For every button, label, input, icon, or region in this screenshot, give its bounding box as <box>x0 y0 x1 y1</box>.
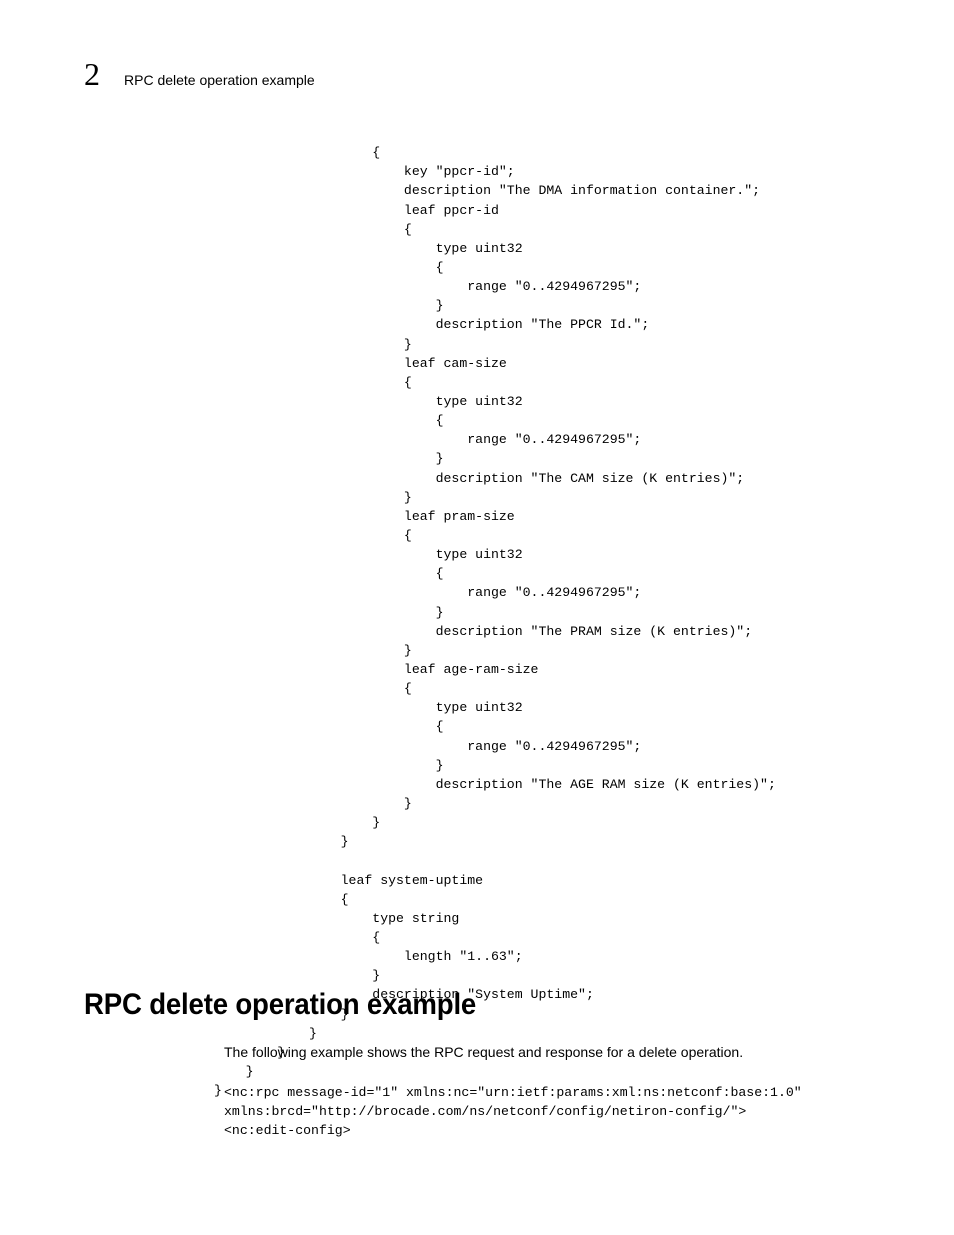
chapter-number: 2 <box>84 56 100 93</box>
rpc-xml-code-block: <nc:rpc message-id="1" xmlns:nc="urn:iet… <box>224 1083 810 1140</box>
running-head: RPC delete operation example <box>124 72 315 88</box>
page-header: 2 RPC delete operation example <box>0 56 954 93</box>
section-heading: RPC delete operation example <box>84 988 476 1022</box>
yang-code-block: { key "ppcr-id"; description "The DMA in… <box>214 143 776 1100</box>
section-intro-paragraph: The following example shows the RPC requ… <box>224 1044 743 1060</box>
